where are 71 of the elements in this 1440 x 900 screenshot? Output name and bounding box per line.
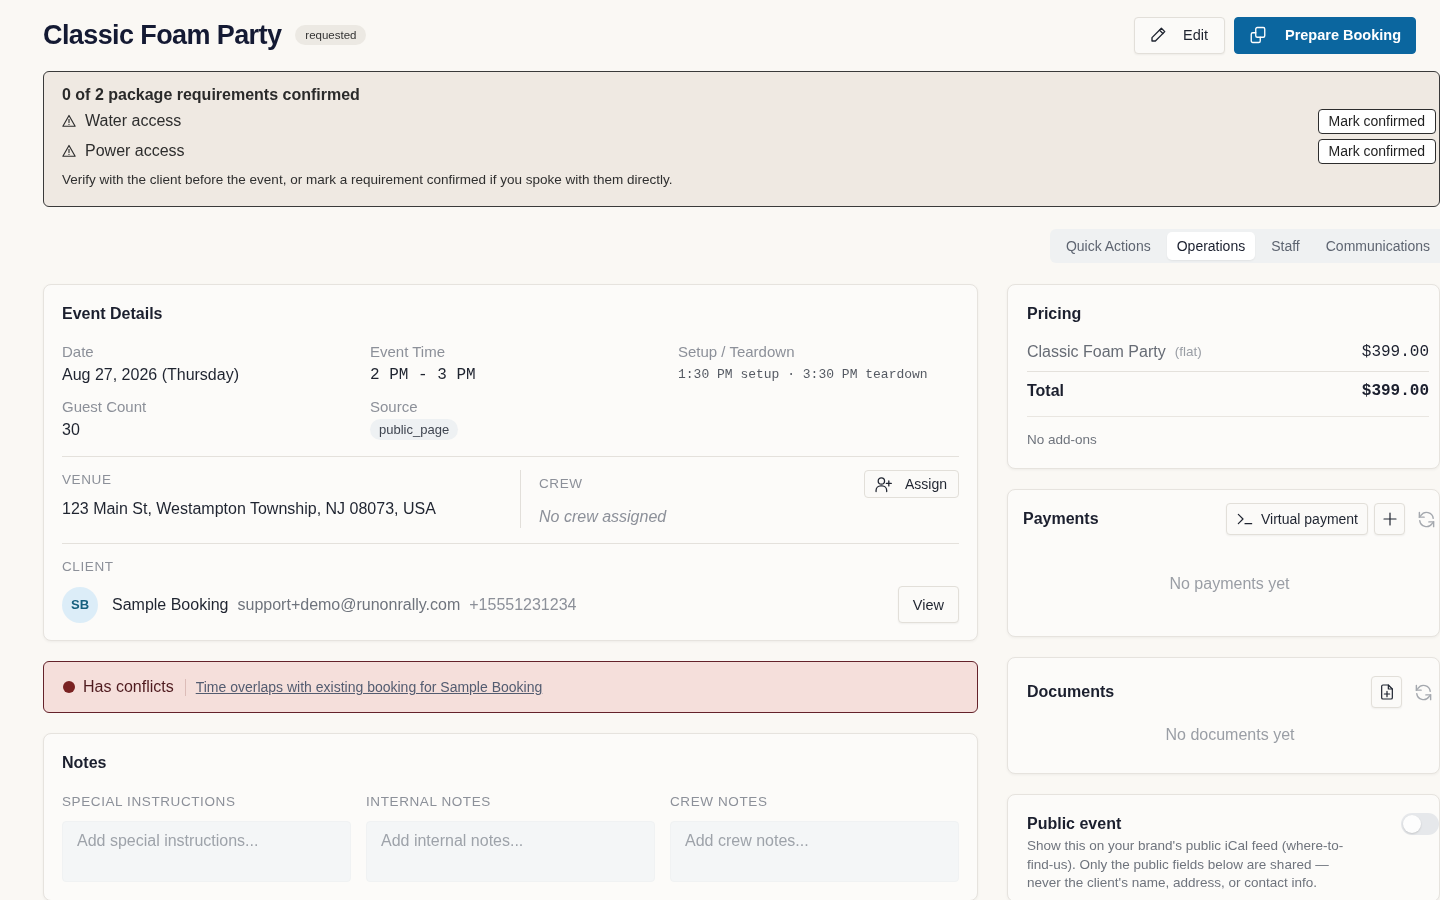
prepare-booking-button[interactable]: Prepare Booking (1233, 16, 1416, 54)
status-badge: requested (295, 25, 367, 45)
requirement-label: Water access (85, 112, 182, 130)
card-title: Documents (1027, 682, 1115, 702)
field-label: Source (370, 397, 419, 417)
tab[interactable]: Staff (1261, 232, 1310, 260)
toggle-switch[interactable] (1401, 813, 1439, 835)
client-avatar: SB (62, 586, 98, 623)
add-payment-button[interactable] (1374, 503, 1405, 535)
file-plus-icon (1378, 684, 1395, 700)
tab[interactable]: Operations (1166, 232, 1256, 260)
refresh-icon (1414, 682, 1433, 702)
conflict-link[interactable]: Time overlaps with existing booking for Sample Booking (195, 679, 543, 695)
section-label: VENUE (62, 471, 113, 489)
mark-confirmed-button[interactable]: Mark confirmed (1317, 138, 1436, 164)
tab[interactable]: Quick Actions (1055, 232, 1161, 260)
add-document-button[interactable] (1371, 676, 1402, 708)
edit-button[interactable]: Edit (1133, 16, 1225, 54)
card-title: Pricing (1027, 304, 1083, 324)
terminal-icon (1237, 511, 1253, 527)
mark-confirmed-button[interactable]: Mark confirmed (1317, 108, 1436, 134)
conflict-status: Has conflicts (83, 678, 174, 696)
notes-label: INTERNAL NOTES (366, 793, 492, 811)
client-name: Sample Booking (112, 595, 229, 614)
notes-field[interactable]: Add internal notes... (366, 821, 655, 882)
card-title: Notes (62, 753, 108, 773)
refresh-icon (1417, 509, 1436, 529)
field-value: Aug 27, 2026 (Thursday) (62, 365, 240, 385)
alert-heading: 0 of 2 package requirements confirmed (62, 85, 361, 105)
section-label: CLIENT (62, 558, 115, 576)
line-item-name: Classic Foam Party (1027, 342, 1166, 362)
field-value: 30 (62, 420, 81, 440)
client-phone: +15551231234 (469, 595, 577, 614)
user-plus-icon (874, 475, 892, 493)
field-value: 1:30 PM setup · 3:30 PM teardown (678, 366, 929, 384)
card-title: Payments (1023, 509, 1099, 529)
empty-crew-text: No crew assigned (539, 507, 668, 527)
field-label: Setup / Teardown (678, 342, 796, 362)
client-email: support+demo@runonrally.com (237, 595, 461, 614)
alert-note: Verify with the client before the event, or mark a requirement confirmed if you spoke with them directly. (62, 171, 674, 189)
venue-address: 123 Main St, Westampton Township, NJ 08073, USA (62, 499, 437, 519)
page-title: Classic Foam Party (43, 19, 282, 51)
tab[interactable]: Communications (1315, 232, 1440, 260)
notes-label: SPECIAL INSTRUCTIONS (62, 793, 237, 811)
field-label: Guest Count (62, 397, 148, 417)
view-button[interactable]: View (897, 586, 959, 623)
conflict-dot-icon (63, 681, 75, 693)
addons-note: No add-ons (1027, 431, 1098, 449)
card-title: Public event (1027, 814, 1123, 834)
line-item-unit: (flat) (1174, 343, 1202, 361)
field-label: Event Time (370, 342, 447, 362)
line-item-amount: $399.00 (1361, 342, 1429, 363)
total-label: Total (1027, 381, 1065, 401)
empty-payments-text: No payments yet (1168, 574, 1291, 594)
pencil-icon (1148, 26, 1167, 44)
section-label: CREW (539, 475, 583, 493)
notes-field[interactable]: Add crew notes... (670, 821, 959, 882)
plus-icon (1381, 511, 1398, 527)
copy-icon (1248, 26, 1267, 44)
field-value: 2 PM - 3 PM (370, 365, 477, 386)
assign-button[interactable]: Assign (863, 470, 959, 498)
field-label: Date (62, 342, 95, 362)
notes-field[interactable]: Add special instructions... (62, 821, 351, 882)
notes-label: CREW NOTES (670, 793, 769, 811)
card-title: Event Details (62, 304, 164, 324)
source-tag: public_page (370, 419, 459, 440)
virtual-payment-button[interactable]: Virtual payment (1226, 503, 1368, 535)
requirement-label: Power access (85, 142, 185, 160)
total-amount: $399.00 (1361, 381, 1429, 402)
empty-documents-text: No documents yet (1164, 725, 1296, 745)
public-event-description: Show this on your brand's public iCal feed (where-to-find-us). Only the public fields below are shared — never the client's name, address, or contact info. (1027, 837, 1345, 892)
